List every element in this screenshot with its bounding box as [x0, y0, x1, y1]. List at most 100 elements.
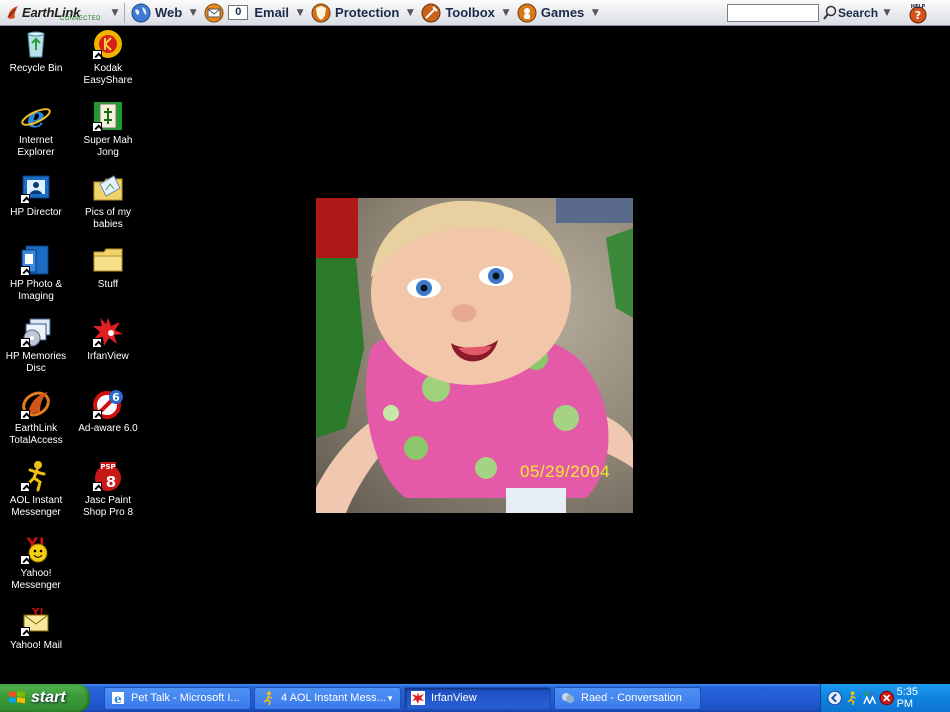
search-dropdown[interactable]: ▼	[880, 3, 894, 23]
start-button[interactable]: start	[0, 684, 90, 712]
desktop-icon-aol-instant-messenger[interactable]: AOL Instant Messenger	[0, 460, 72, 519]
folder-icon	[93, 248, 123, 272]
toolbox-dropdown[interactable]: ▼	[499, 3, 513, 23]
irfanview-icon	[92, 316, 124, 348]
protection-label: Protection	[335, 5, 400, 20]
desktop-icon-irfanview[interactable]: IrfanView	[72, 316, 144, 363]
task-label: Pet Talk - Microsoft I...	[131, 692, 240, 704]
email-icon	[204, 3, 224, 22]
brand-dropdown[interactable]: ▼	[108, 3, 122, 23]
task-label: 4 AOL Instant Mess...	[281, 692, 386, 704]
recycle-bin-icon	[27, 31, 45, 58]
folder-pictures-icon	[93, 175, 123, 201]
ad-aware-icon: 6	[92, 388, 124, 420]
email-button[interactable]: 0 Email	[200, 2, 293, 24]
desktop-icon-label: Stuff	[97, 279, 119, 290]
search-button[interactable]: Search	[822, 3, 878, 23]
web-button[interactable]: Web	[127, 2, 186, 24]
mahjong-icon	[92, 100, 124, 132]
games-icon	[517, 3, 537, 22]
clock: 5:35 PM	[896, 686, 918, 710]
toolbox-icon	[421, 3, 441, 22]
desktop-icon-label: Internet Explorer	[17, 135, 55, 158]
internet-explorer-icon: e	[112, 692, 124, 705]
shortcut-arrow-icon	[20, 555, 30, 565]
shortcut-arrow-icon	[20, 410, 30, 420]
brand-sub: CONNECTED	[60, 15, 101, 22]
taskbar: start e Pet Talk - Microsoft I... 4 AOL …	[0, 684, 950, 712]
desktop-icon-hp-memories-disc[interactable]: HP Memories Disc	[0, 316, 72, 375]
tray-expand-icon[interactable]	[827, 690, 842, 706]
desktop-icon-super-mah-jong[interactable]: Super Mah Jong	[72, 100, 144, 159]
chevron-down-icon: ▼	[406, 7, 414, 18]
search-icon	[823, 5, 837, 20]
search-input[interactable]	[727, 4, 819, 22]
task-aol-instant-messenger[interactable]: 4 AOL Instant Mess... ▼	[254, 686, 401, 710]
email-count: 0	[228, 5, 249, 20]
desktop-icon-stuff[interactable]: Stuff	[72, 244, 144, 291]
task-raed-conversation[interactable]: Raed - Conversation	[554, 686, 701, 710]
protection-button[interactable]: Protection	[307, 2, 403, 24]
hp-memories-disc-icon	[20, 316, 52, 348]
desktop-icon-label: Super Mah Jong	[83, 135, 133, 158]
desktop-icon-kodak-easyshare[interactable]: Kodak EasyShare	[72, 28, 144, 87]
task-group-caret-icon: ▼	[386, 693, 394, 703]
yahoo-messenger-icon: Y!	[20, 533, 52, 565]
earthlink-toolbar: EarthLink CONNECTED ▼ Web ▼ 0 Email ▼ Pr…	[0, 0, 950, 26]
desktop-icon-hp-director[interactable]: HP Director	[0, 172, 72, 219]
hp-photo-imaging-icon	[20, 244, 52, 276]
yahoo-mail-icon: Y!	[20, 605, 52, 637]
desktop-icon-label: EarthLink TotalAccess	[9, 423, 63, 446]
protection-dropdown[interactable]: ▼	[403, 3, 417, 23]
desktop-icon-label: AOL Instant Messenger	[9, 495, 63, 518]
desktop-icon-label: Yahoo! Messenger	[11, 568, 61, 591]
tray-stop-icon[interactable]	[879, 690, 895, 706]
web-label: Web	[155, 5, 183, 20]
desktop-icon-label: HP Photo & Imaging	[9, 279, 63, 302]
desktop-icon-label: Kodak EasyShare	[83, 63, 133, 86]
task-pet-talk[interactable]: e Pet Talk - Microsoft I...	[104, 686, 251, 710]
toolbox-button[interactable]: Toolbox	[417, 2, 499, 24]
globe-icon	[131, 3, 151, 22]
desktop-icon-label: Yahoo! Mail	[9, 640, 63, 651]
svg-text:PSP: PSP	[100, 463, 115, 471]
svg-text:8: 8	[106, 473, 116, 491]
desktop-icon-label: IrfanView	[87, 351, 129, 362]
desktop-icon-hp-photo-imaging[interactable]: HP Photo & Imaging	[0, 244, 72, 303]
desktop-icon-ad-aware[interactable]: 6 Ad-aware 6.0	[72, 388, 144, 435]
irfanview-icon	[411, 691, 425, 705]
toolbox-label: Toolbox	[445, 5, 495, 20]
tray-aim-icon[interactable]	[844, 690, 859, 706]
web-dropdown[interactable]: ▼	[186, 3, 200, 23]
help-icon[interactable]: ? HELP	[906, 2, 930, 24]
desktop-icon-label: HP Memories Disc	[5, 351, 67, 374]
shortcut-arrow-icon	[20, 482, 30, 492]
task-irfanview[interactable]: IrfanView	[404, 686, 551, 710]
games-button[interactable]: Games	[513, 2, 588, 24]
desktop-icon-label: Pics of my babies	[84, 207, 132, 230]
games-dropdown[interactable]: ▼	[588, 3, 602, 23]
desktop-icon-internet-explorer[interactable]: e Internet Explorer	[0, 100, 72, 159]
hp-director-icon	[20, 172, 52, 204]
tray-messenger-icon[interactable]	[862, 690, 877, 706]
baby-photo: 05/29/2004	[316, 198, 633, 513]
desktop-icon-pics-of-my-babies[interactable]: Pics of my babies	[72, 172, 144, 231]
desktop-icon-label: HP Director	[10, 207, 62, 218]
desktop-icon-yahoo-messenger[interactable]: Y! Yahoo! Messenger	[0, 533, 72, 592]
desktop-icon-earthlink-totalaccess[interactable]: EarthLink TotalAccess	[0, 388, 72, 447]
desktop-icon-jasc-paint-shop-pro[interactable]: PSP 8 Jasc Paint Shop Pro 8	[72, 460, 144, 519]
system-tray: 5:35 PM	[820, 684, 950, 712]
svg-text:?: ?	[915, 9, 921, 22]
desktop-icon-yahoo-mail[interactable]: Y! Yahoo! Mail	[0, 605, 72, 652]
earthlink-logo[interactable]: EarthLink CONNECTED	[0, 0, 108, 26]
chevron-down-icon: ▼	[591, 7, 599, 18]
games-label: Games	[540, 5, 585, 20]
chevron-down-icon: ▼	[111, 7, 119, 18]
shortcut-arrow-icon	[92, 482, 102, 492]
svg-text:Y!: Y!	[31, 607, 44, 618]
shield-icon	[311, 3, 331, 22]
desktop-icon-recycle-bin[interactable]: Recycle Bin	[0, 28, 72, 75]
photo-date-stamp: 05/29/2004	[520, 462, 611, 481]
email-dropdown[interactable]: ▼	[293, 3, 307, 23]
paint-shop-pro-icon: PSP 8	[92, 460, 124, 492]
